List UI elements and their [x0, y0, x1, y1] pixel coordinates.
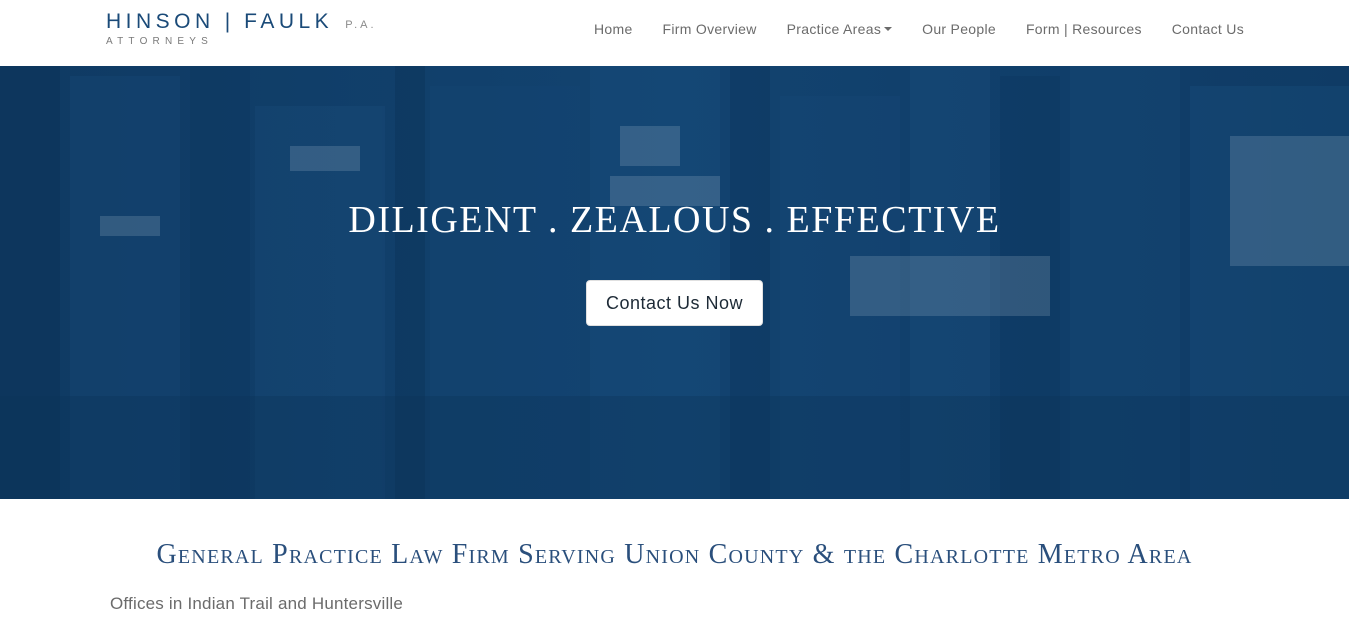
caret-down-icon: [884, 27, 893, 31]
nav-our-people-label: Our People: [922, 21, 996, 37]
intro-heading: General Practice Law Firm Serving Union …: [156, 539, 1193, 570]
logo-title-row: HINSON | FAULK P.A.: [106, 8, 377, 36]
nav-home[interactable]: Home: [594, 21, 633, 37]
site-header: HINSON | FAULK P.A. ATTORNEYS Home Firm …: [0, 0, 1349, 66]
main-nav: Home Firm Overview Practice Areas Our Pe…: [594, 0, 1244, 58]
hero-title: DILIGENT . ZEALOUS . EFFECTIVE: [348, 199, 1001, 241]
logo-separator: |: [224, 10, 231, 33]
logo-name-left: HINSON: [106, 10, 215, 33]
nav-home-label: Home: [593, 21, 633, 37]
contact-us-now-button[interactable]: Contact Us Now: [586, 280, 763, 326]
logo-subtitle: ATTORNEYS: [106, 36, 213, 47]
logo-name-right: FAULK: [244, 10, 334, 33]
nav-firm-overview[interactable]: Firm Overview: [663, 21, 757, 37]
hero-banner: DILIGENT . ZEALOUS . EFFECTIVE Contact U…: [0, 66, 1349, 499]
nav-firm-overview-label: Firm Overview: [662, 21, 757, 37]
nav-practice-areas-label: Practice Areas: [786, 21, 882, 37]
logo-suffix: P.A.: [345, 19, 377, 31]
nav-contact-us[interactable]: Contact Us: [1172, 21, 1244, 37]
intro-section: General Practice Law Firm Serving Union …: [0, 499, 1349, 630]
nav-our-people[interactable]: Our People: [922, 21, 996, 37]
nav-practice-areas[interactable]: Practice Areas: [786, 21, 893, 37]
nav-contact-us-label: Contact Us: [1171, 21, 1244, 37]
firm-logo[interactable]: HINSON | FAULK P.A. ATTORNEYS: [106, 8, 377, 48]
nav-form-resources[interactable]: Form | Resources: [1026, 21, 1142, 37]
nav-form-resources-label: Form | Resources: [1025, 21, 1142, 37]
intro-subheading: Offices in Indian Trail and Huntersville: [110, 594, 404, 613]
